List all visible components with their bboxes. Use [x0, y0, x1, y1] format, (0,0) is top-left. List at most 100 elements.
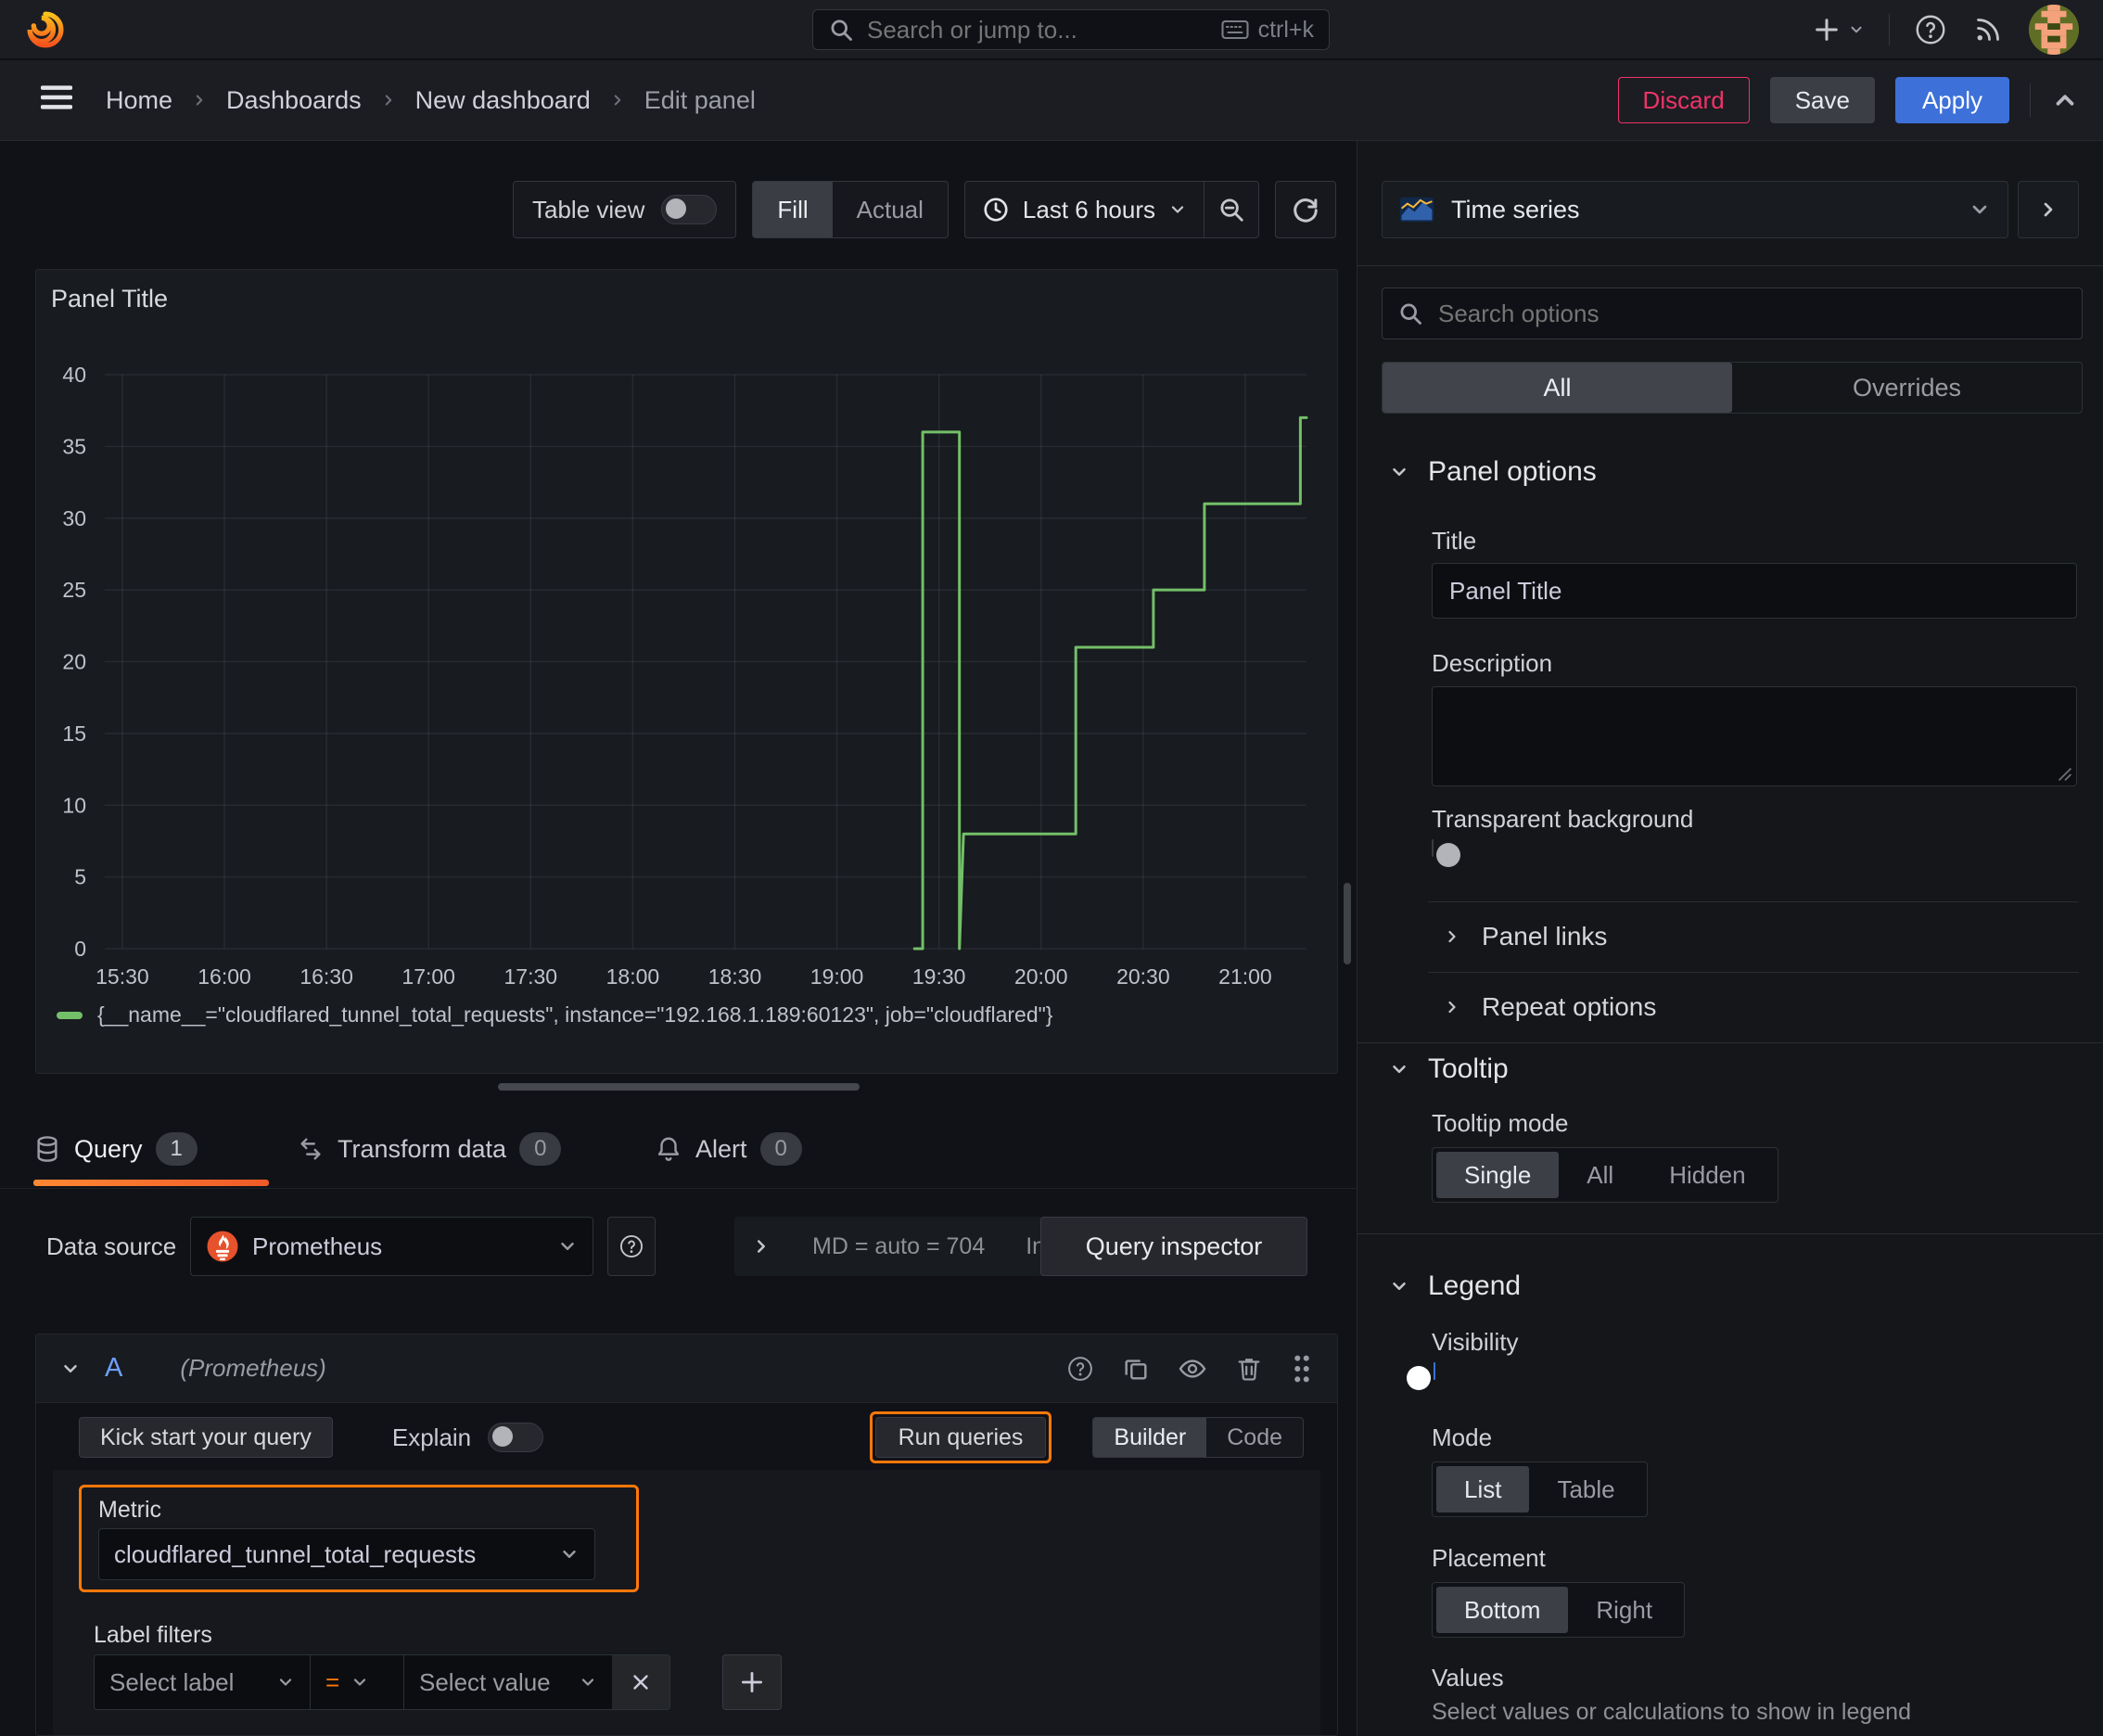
fill-option[interactable]: Fill [753, 182, 833, 237]
table-view-toggle[interactable] [661, 195, 718, 224]
legend-visibility-toggle[interactable] [1407, 1362, 1435, 1390]
select-value-dropdown[interactable]: Select value [404, 1655, 612, 1709]
help-icon [1916, 15, 1945, 45]
grafana-logo[interactable] [24, 7, 69, 52]
discard-button[interactable]: Discard [1617, 77, 1750, 123]
tab-overrides[interactable]: Overrides [1732, 363, 2082, 413]
metric-select[interactable]: cloudflared_tunnel_total_requests [98, 1528, 595, 1580]
breadcrumb-item-new-dashboard[interactable]: New dashboard [415, 86, 591, 115]
drag-query-handle[interactable] [1291, 1353, 1313, 1385]
tab-transform[interactable]: Transform data 0 [297, 1109, 562, 1189]
explain-toggle[interactable] [488, 1423, 544, 1452]
prometheus-icon [207, 1231, 238, 1262]
legend-mode-table[interactable]: Table [1529, 1466, 1642, 1513]
breadcrumb-bar: Home Dashboards New dashboard Edit panel… [0, 60, 2103, 141]
tab-all[interactable]: All [1383, 363, 1732, 413]
tooltip-mode-single[interactable]: Single [1436, 1152, 1560, 1198]
legend-mode-label: Mode [1432, 1423, 1493, 1451]
query-row-header[interactable]: A (Prometheus) [36, 1334, 1337, 1403]
legend-mode-list[interactable]: List [1436, 1466, 1530, 1513]
code-option[interactable]: Code [1206, 1418, 1303, 1457]
close-icon [633, 1675, 648, 1690]
collapse-options-button[interactable] [2051, 86, 2079, 114]
viz-toolbar: Table view Fill Actual Last 6 hours [513, 181, 1336, 238]
panel-options-header[interactable]: Panel options [1389, 456, 1597, 488]
run-queries-button[interactable]: Run queries [874, 1417, 1047, 1458]
tooltip-mode-hidden[interactable]: Hidden [1641, 1152, 1773, 1198]
select-label-dropdown[interactable]: Select label [95, 1655, 310, 1709]
legend-header[interactable]: Legend [1389, 1270, 1521, 1302]
datasource-row: Data source Prometheus MD = auto = 704 Q… [0, 1217, 1357, 1276]
breadcrumb-separator-icon [385, 95, 391, 106]
tab-query[interactable]: Query 1 [33, 1109, 198, 1189]
global-search[interactable]: ctrl+k [812, 9, 1330, 50]
options-search[interactable] [1382, 287, 2083, 339]
time-series-viz-icon [1399, 197, 1434, 223]
tab-query-count: 1 [155, 1132, 198, 1166]
query-datasource-hint: (Prometheus) [180, 1354, 326, 1382]
tooltip-mode-all[interactable]: All [1559, 1152, 1641, 1198]
pane-resize-handle[interactable] [498, 1083, 860, 1091]
editor-tab-bar: Query 1 Transform data 0 Alert 0 [0, 1109, 1357, 1189]
breadcrumb-separator-icon [614, 95, 621, 106]
search-input[interactable] [865, 14, 1210, 45]
toggle-query-visibility-button[interactable] [1178, 1354, 1207, 1384]
mega-menu-button[interactable] [41, 84, 72, 110]
tab-alert-count: 0 [759, 1132, 802, 1166]
svg-text:35: 35 [62, 434, 86, 458]
panel-preview-card[interactable]: Panel Title 0 5 10 15 20 25 30 35 40 15:30 16:00 16… [35, 269, 1338, 1074]
actual-option[interactable]: Actual [833, 182, 948, 237]
datasource-help-button[interactable] [607, 1217, 656, 1276]
repeat-options-section[interactable]: Repeat options [1443, 983, 1656, 1031]
label-filter-group: Select label = Select value [94, 1654, 670, 1710]
resize-corner-icon[interactable] [2058, 767, 2072, 782]
tooltip-mode-segmented: Single All Hidden [1432, 1147, 1778, 1203]
legend-mode-segmented: List Table [1432, 1462, 1648, 1517]
kickstart-query-button[interactable]: Kick start your query [79, 1417, 333, 1458]
time-range-button[interactable]: Last 6 hours [965, 182, 1204, 237]
delete-query-button[interactable] [1235, 1355, 1263, 1383]
panel-links-section[interactable]: Panel links [1443, 913, 1607, 961]
scrollbar-thumb[interactable] [1344, 883, 1351, 964]
legend-swatch[interactable] [57, 1011, 83, 1019]
add-menu-button[interactable] [1813, 16, 1865, 44]
help-button[interactable] [1914, 13, 1947, 46]
refresh-button[interactable] [1275, 181, 1336, 238]
legend-label[interactable]: {__name__="cloudflared_tunnel_total_requ… [97, 1002, 1052, 1028]
transparent-background-toggle[interactable] [1432, 839, 1460, 867]
tooltip-mode-label: Tooltip mode [1432, 1109, 1569, 1137]
visualization-select[interactable]: Time series [1382, 181, 2008, 238]
panel-title-input[interactable] [1432, 563, 2077, 619]
user-avatar[interactable] [2029, 5, 2079, 55]
remove-filter-button[interactable] [612, 1655, 669, 1709]
builder-option[interactable]: Builder [1093, 1418, 1207, 1457]
add-filter-button[interactable] [722, 1654, 782, 1710]
save-button[interactable]: Save [1769, 77, 1875, 123]
zoom-out-button[interactable] [1204, 182, 1258, 237]
datasource-select[interactable]: Prometheus [190, 1217, 593, 1276]
query-inspector-button[interactable]: Query inspector [1040, 1217, 1307, 1276]
options-search-input[interactable] [1436, 298, 2067, 329]
legend-placement-right[interactable]: Right [1568, 1587, 1680, 1633]
query-options-strip[interactable]: MD = auto = 704 Interval = 30s Query ins… [734, 1217, 1307, 1276]
title-label: Title [1432, 527, 1477, 555]
news-button[interactable] [1971, 13, 2005, 46]
chevron-down-icon [1972, 205, 1987, 214]
breadcrumb: Home Dashboards New dashboard Edit panel [106, 60, 756, 140]
tab-transform-count: 0 [519, 1132, 562, 1166]
tab-alert[interactable]: Alert 0 [655, 1109, 802, 1189]
viz-suggestions-button[interactable] [2018, 181, 2079, 238]
breadcrumb-item-dashboards[interactable]: Dashboards [226, 86, 362, 115]
time-series-chart[interactable]: 0 5 10 15 20 25 30 35 40 15:30 16:00 16:30 17:00 17:3… [36, 270, 1337, 1073]
chevron-down-icon[interactable] [60, 1359, 81, 1379]
operator-dropdown[interactable]: = [311, 1655, 403, 1709]
apply-button[interactable]: Apply [1894, 77, 2009, 123]
tooltip-header[interactable]: Tooltip [1389, 1053, 1509, 1085]
breadcrumb-item-home[interactable]: Home [106, 86, 172, 115]
description-textarea[interactable] [1432, 686, 2077, 786]
duplicate-query-button[interactable] [1122, 1355, 1150, 1383]
zoom-out-icon [1220, 198, 1243, 222]
news-rss-icon [1977, 19, 1999, 41]
legend-placement-bottom[interactable]: Bottom [1436, 1587, 1569, 1633]
query-help-button[interactable] [1066, 1355, 1094, 1383]
